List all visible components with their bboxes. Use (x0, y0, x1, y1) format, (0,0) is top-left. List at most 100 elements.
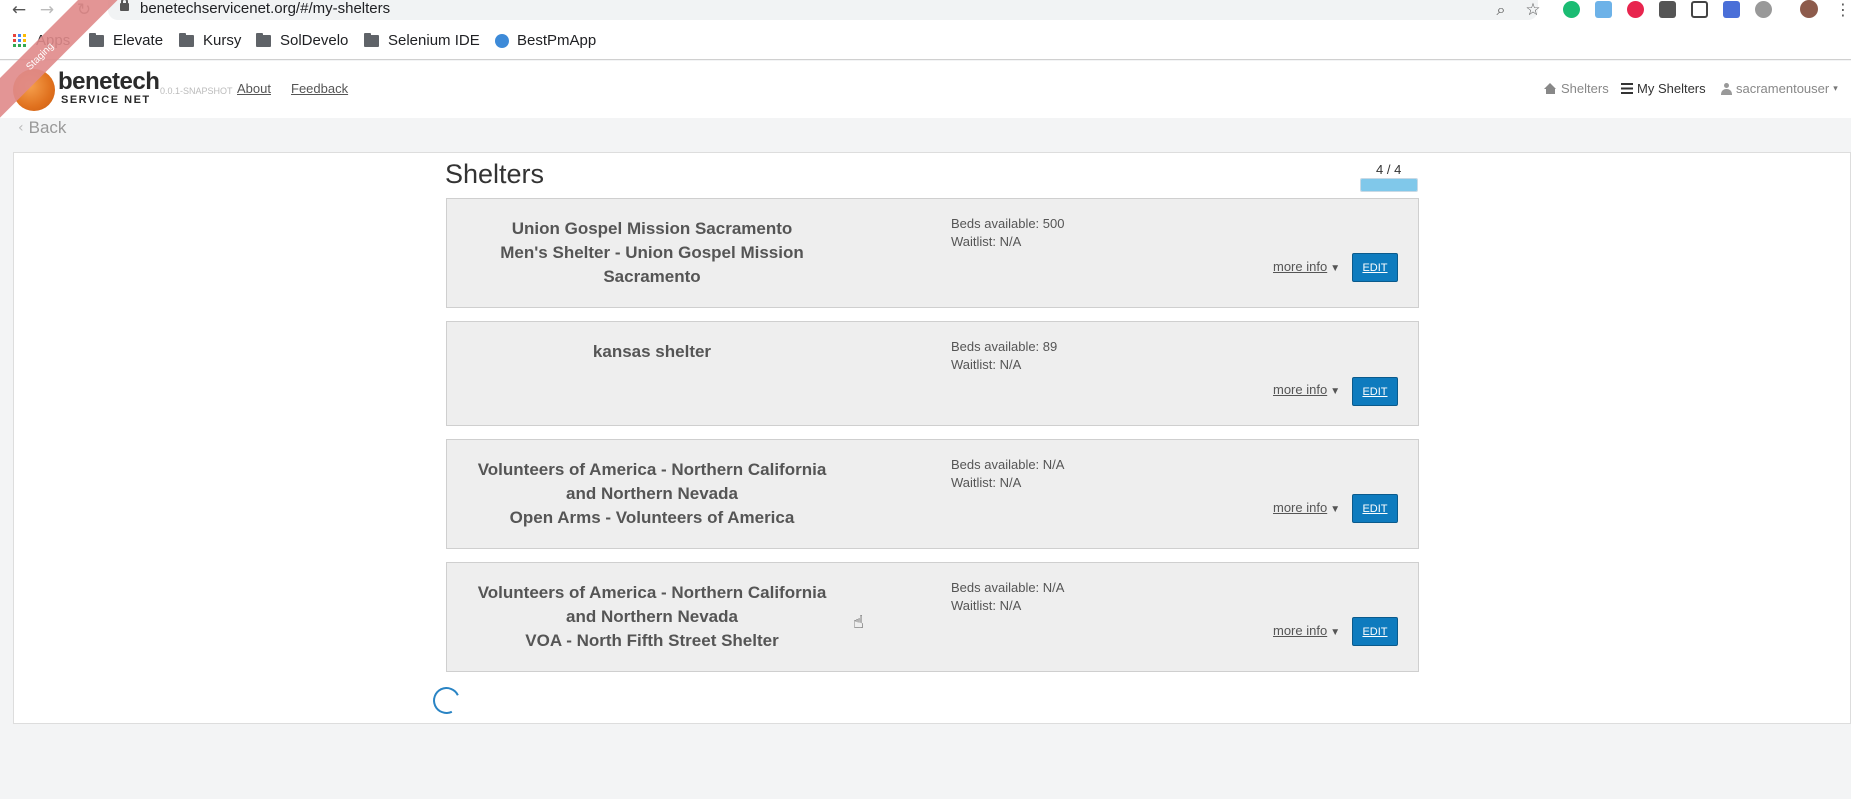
shelter-card: Volunteers of America - Northern Califor… (446, 562, 1419, 672)
browser-menu-icon[interactable]: ⋮ (1835, 0, 1851, 19)
shelter-site-name: Open Arms - Volunteers of America (509, 508, 795, 527)
more-info-label: more info (1273, 500, 1328, 515)
folder-icon (364, 32, 379, 47)
shelter-name: Volunteers of America - Northern Califor… (447, 581, 857, 653)
bookmark-label: Selenium IDE (388, 32, 480, 49)
browser-toolbar: ← → ↻ benetechservicenet.org/#/my-shelte… (0, 0, 1851, 25)
toggl-extension-icon[interactable] (1627, 1, 1644, 18)
bookmark-soldevelo[interactable]: SolDevelo (256, 32, 348, 49)
back-link[interactable]: ‹ Back (18, 118, 66, 138)
bookmark-kursy[interactable]: Kursy (179, 32, 241, 49)
selenium-extension-icon[interactable] (1659, 1, 1676, 18)
beds-available: Beds available: 89 (951, 339, 1058, 354)
shelter-org-name: Volunteers of America - Northern Califor… (477, 460, 827, 503)
more-info-link[interactable]: more info ▼ (1273, 259, 1340, 274)
shelter-site-name: Men's Shelter - Union Gospel Mission Sac… (500, 243, 804, 286)
bookmark-label: SolDevelo (280, 32, 349, 49)
triangle-down-icon: ▼ (1330, 263, 1341, 274)
folder-icon (256, 32, 271, 47)
bookmark-label: Kursy (203, 32, 242, 49)
bookmarks-bar: Apps Elevate Kursy SolDevelo Selenium ID… (0, 25, 1851, 60)
shelter-card: Volunteers of America - Northern Califor… (446, 439, 1419, 549)
more-info-label: more info (1273, 623, 1328, 638)
home-icon (1544, 83, 1557, 94)
bookmark-label: BestPmApp (517, 32, 597, 49)
triangle-down-icon: ▼ (1330, 504, 1341, 515)
back-label: Back (28, 118, 67, 137)
nav-my-shelters[interactable]: My Shelters (1621, 81, 1706, 96)
edit-button[interactable]: EDIT (1352, 617, 1398, 646)
more-info-link[interactable]: more info ▼ (1273, 623, 1340, 638)
url-text[interactable]: benetechservicenet.org/#/my-shelters (140, 0, 390, 18)
page-title: Shelters (445, 159, 545, 189)
shelter-org-name: kansas shelter (592, 342, 712, 361)
shelter-stats: Beds available: 500 Waitlist: N/A (951, 215, 1064, 251)
beds-available: Beds available: N/A (951, 580, 1065, 595)
user-icon (1721, 82, 1732, 95)
bestpmapp-icon (495, 33, 509, 48)
folder-icon (89, 32, 104, 47)
more-info-label: more info (1273, 382, 1328, 397)
waitlist: Waitlist: N/A (951, 357, 1022, 372)
logo-title[interactable]: benetech (58, 68, 160, 96)
zoom-icon[interactable]: ⌕ (1490, 0, 1512, 20)
forward-arrow-icon[interactable]: → (36, 0, 58, 20)
app-header: benetech SERVICE NET 0.0.1-SNAPSHOT Abou… (0, 61, 1851, 118)
triangle-down-icon: ▼ (1330, 627, 1341, 638)
bookmark-selenium-ide[interactable]: Selenium IDE (364, 32, 480, 49)
load-progress-bar (1360, 178, 1418, 192)
hand-cursor-icon: ☝ (853, 612, 864, 633)
apps-grid-icon (13, 34, 26, 47)
edit-button[interactable]: EDIT (1352, 494, 1398, 523)
progress-fill (1361, 179, 1417, 191)
bookmark-label: Elevate (113, 32, 164, 49)
more-info-label: more info (1273, 259, 1328, 274)
waitlist: Waitlist: N/A (951, 234, 1022, 249)
more-info-link[interactable]: more info ▼ (1273, 500, 1340, 515)
bookmark-elevate[interactable]: Elevate (89, 32, 163, 49)
feedback-link[interactable]: Feedback (291, 81, 348, 96)
folder-icon (179, 32, 194, 47)
shelter-card: Union Gospel Mission Sacramento Men's Sh… (446, 198, 1419, 308)
back-arrow-icon[interactable]: ← (8, 0, 30, 20)
edit-button[interactable]: EDIT (1352, 253, 1398, 282)
shelter-counter: 4 / 4 (1376, 162, 1402, 177)
edit-button[interactable]: EDIT (1352, 377, 1398, 406)
screenshot-extension-icon[interactable] (1691, 1, 1708, 18)
more-info-link[interactable]: more info ▼ (1273, 382, 1340, 397)
bookmark-bestpmapp[interactable]: BestPmApp (495, 32, 596, 49)
waitlist: Waitlist: N/A (951, 475, 1022, 490)
nav-my-shelters-label: My Shelters (1637, 81, 1706, 96)
user-name: sacramentouser (1736, 81, 1830, 96)
moon-extension-icon[interactable] (1755, 1, 1772, 18)
profile-avatar[interactable] (1800, 0, 1818, 18)
shelter-stats: Beds available: 89 Waitlist: N/A (951, 338, 1057, 374)
shelter-name: kansas shelter (447, 340, 857, 364)
shelter-org-name: Union Gospel Mission Sacramento (511, 219, 793, 238)
caret-down-icon: ▾ (1833, 83, 1838, 93)
chevron-left-icon: ‹ (18, 120, 24, 136)
logo-subtitle: SERVICE NET (61, 94, 151, 106)
card-extension-icon[interactable] (1723, 1, 1740, 18)
shelter-name: Volunteers of America - Northern Califor… (447, 458, 857, 530)
shelter-name: Union Gospel Mission Sacramento Men's Sh… (447, 217, 857, 289)
bookmark-star-icon[interactable]: ☆ (1522, 0, 1544, 20)
about-link[interactable]: About (237, 81, 271, 96)
triangle-down-icon: ▼ (1330, 386, 1341, 397)
list-icon (1621, 83, 1633, 94)
beds-available: Beds available: 500 (951, 216, 1065, 231)
lock-icon (120, 0, 129, 11)
user-menu[interactable]: sacramentouser ▾ (1721, 81, 1838, 96)
shelter-card: kansas shelter Beds available: 89 Waitli… (446, 321, 1419, 426)
shelter-site-name: VOA - North Fifth Street Shelter (525, 631, 779, 650)
version-label: 0.0.1-SNAPSHOT (160, 86, 233, 96)
clipboard-extension-icon[interactable] (1595, 1, 1612, 18)
nav-shelters-label: Shelters (1561, 81, 1609, 96)
nav-shelters[interactable]: Shelters (1544, 81, 1609, 96)
shelter-stats: Beds available: N/A Waitlist: N/A (951, 579, 1064, 615)
beds-available: Beds available: N/A (951, 457, 1065, 472)
grammarly-extension-icon[interactable] (1563, 1, 1580, 18)
shelter-org-name: Volunteers of America - Northern Califor… (477, 583, 827, 626)
shelter-stats: Beds available: N/A Waitlist: N/A (951, 456, 1064, 492)
waitlist: Waitlist: N/A (951, 598, 1022, 613)
